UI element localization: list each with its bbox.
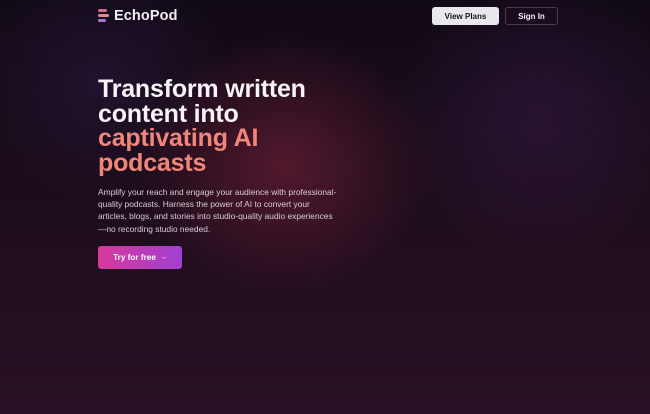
view-plans-button[interactable]: View Plans bbox=[432, 7, 499, 25]
hero-headline: Transform written content into captivati… bbox=[98, 77, 306, 175]
landing-page: EchoPod View Plans Sign In Transform wri… bbox=[0, 0, 650, 414]
headline-line-2: content into bbox=[98, 99, 239, 128]
arrow-right-icon: → bbox=[159, 254, 167, 261]
cta-label: Try for free bbox=[113, 253, 156, 262]
sign-in-button[interactable]: Sign In bbox=[505, 7, 558, 25]
headline-accent-line-2: podcasts bbox=[98, 148, 207, 177]
headline-accent-line-1: captivating AI bbox=[98, 124, 259, 152]
try-for-free-button[interactable]: Try for free → bbox=[98, 246, 182, 269]
brand-logo[interactable]: EchoPod bbox=[98, 8, 178, 24]
hero-description: Amplify your reach and engage your audie… bbox=[98, 187, 337, 234]
brand-name: EchoPod bbox=[114, 8, 178, 24]
headline-line-1: Transform written bbox=[98, 75, 306, 103]
equalizer-bars-icon bbox=[98, 9, 109, 23]
